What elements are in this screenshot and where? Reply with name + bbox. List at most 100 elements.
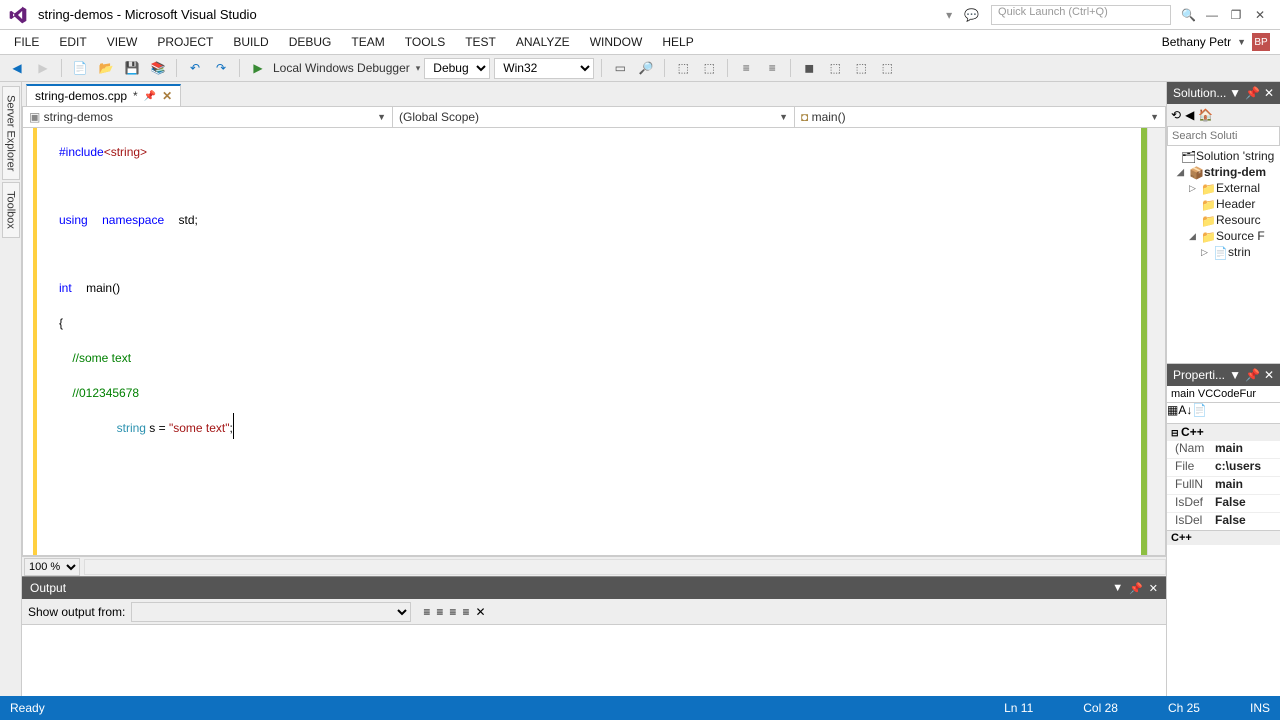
menu-edit[interactable]: EDIT [49,33,96,51]
tb-uncomment-icon[interactable]: ⬚ [850,57,872,79]
close-button[interactable]: ✕ [1248,6,1272,24]
editor-tab[interactable]: string-demos.cpp* 📌 ✕ [26,84,181,106]
tree-project[interactable]: string-dem [1204,165,1266,179]
output-tb-5[interactable]: ✕ [475,605,485,619]
se-close-icon[interactable]: ✕ [1264,86,1274,100]
output-close-icon[interactable]: ✕ [1149,582,1158,595]
tab-close-icon[interactable]: ✕ [162,89,172,103]
feedback-icon[interactable]: 💬 [964,8,979,22]
tab-filename: string-demos.cpp [35,89,127,103]
code-editor[interactable]: #include<string> using namespace std; in… [22,128,1166,556]
prop-page-icon[interactable]: 📄 [1192,403,1207,417]
editor-text-area[interactable]: #include<string> using namespace std; in… [51,128,1141,555]
prop-dropdown-icon[interactable]: ▼ [1229,368,1241,382]
search-icon[interactable]: 🔍 [1181,8,1196,22]
nav-fwd-icon[interactable]: ▶ [32,57,54,79]
user-badge[interactable]: BP [1252,33,1270,51]
output-pin-icon[interactable]: 📌 [1129,582,1143,595]
menu-debug[interactable]: DEBUG [279,33,342,51]
tree-file[interactable]: strin [1228,245,1251,259]
prop-category[interactable]: ⊟ C++ [1167,423,1280,440]
tb-icon-5[interactable]: ⬚ [876,57,898,79]
menu-project[interactable]: PROJECT [147,33,223,51]
zoom-select[interactable]: 100 % [24,558,80,576]
prop-az-icon[interactable]: A↓ [1178,403,1192,417]
editor-bottom-bar: 100 % [22,556,1166,576]
output-source-select[interactable] [131,602,411,622]
undo-icon[interactable]: ↶ [184,57,206,79]
tb-icon-3[interactable]: ⬚ [672,57,694,79]
tb-indent-out-icon[interactable]: ≡ [735,57,757,79]
open-file-icon[interactable]: 📂 [95,57,117,79]
output-tb-2[interactable]: ≡ [436,605,443,619]
tb-comment-icon[interactable]: ⬚ [824,57,846,79]
tb-icon-4[interactable]: ⬚ [698,57,720,79]
nav-function-select[interactable]: ◘ main()▼ [795,107,1165,127]
save-icon[interactable]: 💾 [121,57,143,79]
se-house-icon[interactable]: 🏠 [1198,108,1213,122]
prop-pin-icon[interactable]: 📌 [1245,368,1260,382]
tb-icon-1[interactable]: ▭ [609,57,631,79]
editor-fold-gutter[interactable] [37,128,51,555]
pin-icon[interactable]: 📌 [144,91,156,102]
debugger-target[interactable]: Local Windows Debugger [273,61,410,75]
new-project-icon[interactable]: 📄 [69,57,91,79]
user-name[interactable]: Bethany Petr [1162,35,1231,49]
toolbox-tab[interactable]: Toolbox [2,182,20,238]
prop-close-icon[interactable]: ✕ [1264,368,1274,382]
quick-launch-input[interactable]: Quick Launch (Ctrl+Q) [991,5,1171,25]
se-back-icon[interactable]: ◀ [1185,108,1194,122]
status-line: Ln 11 [1004,701,1033,715]
output-tb-3[interactable]: ≡ [449,605,456,619]
platform-select[interactable]: Win32 [494,58,594,79]
se-pin-icon[interactable]: 📌 [1245,86,1260,100]
redo-icon[interactable]: ↷ [210,57,232,79]
tb-bookmark-icon[interactable]: ◼ [798,57,820,79]
notification-icon[interactable]: ▾ [946,8,952,22]
menu-tools[interactable]: TOOLS [395,33,455,51]
tree-header[interactable]: Header [1216,197,1255,211]
save-all-icon[interactable]: 📚 [147,57,169,79]
tb-indent-in-icon[interactable]: ≡ [761,57,783,79]
prop-object[interactable]: main VCCodeFur [1167,386,1280,403]
menu-view[interactable]: VIEW [97,33,148,51]
menu-team[interactable]: TEAM [341,33,394,51]
tree-external[interactable]: External [1216,181,1260,195]
start-debug-icon[interactable]: ▶ [247,57,269,79]
nav-project-select[interactable]: ▣ string-demos▼ [23,107,393,127]
server-explorer-tab[interactable]: Server Explorer [2,86,20,180]
status-col: Col 28 [1083,701,1118,715]
se-home-icon[interactable]: ⟲ [1171,108,1181,122]
nav-back-icon[interactable]: ◀ [6,57,28,79]
se-search-input[interactable] [1167,126,1280,146]
properties-header[interactable]: Properti... ▼📌✕ [1167,364,1280,386]
menu-file[interactable]: FILE [4,33,49,51]
menu-window[interactable]: WINDOW [580,33,653,51]
debugger-dropdown-icon[interactable]: ▾ [416,63,421,74]
prop-row: FullNmain [1167,476,1280,494]
tree-solution[interactable]: Solution 'string [1196,149,1274,163]
editor-vscrollbar[interactable] [1147,128,1165,555]
se-dropdown-icon[interactable]: ▼ [1229,86,1241,100]
editor-hscrollbar[interactable] [84,559,1166,575]
tb-icon-2[interactable]: 🔎 [635,57,657,79]
minimize-button[interactable]: — [1200,6,1224,24]
prop-cat-icon[interactable]: ▦ [1167,403,1178,417]
solution-explorer-header[interactable]: Solution... ▼📌✕ [1167,82,1280,104]
nav-scope-select[interactable]: (Global Scope)▼ [393,107,795,127]
tree-resource[interactable]: Resourc [1216,213,1261,227]
output-tb-1[interactable]: ≡ [423,605,430,619]
menu-test[interactable]: TEST [455,33,506,51]
config-select[interactable]: Debug [424,58,490,79]
main-toolbar: ◀ ▶ 📄 📂 💾 📚 ↶ ↷ ▶ Local Windows Debugger… [0,54,1280,82]
output-dropdown-icon[interactable]: ▼ [1112,582,1123,595]
menu-help[interactable]: HELP [652,33,703,51]
tree-source[interactable]: Source F [1216,229,1265,243]
user-dropdown-icon[interactable]: ▼ [1237,37,1246,47]
solution-tree[interactable]: 🗂Solution 'string ◢📦string-dem ▷📁Externa… [1167,146,1280,262]
menu-analyze[interactable]: ANALYZE [506,33,580,51]
output-tb-4[interactable]: ≡ [462,605,469,619]
output-text[interactable] [22,625,1166,696]
restore-button[interactable]: ❐ [1224,6,1248,24]
menu-build[interactable]: BUILD [223,33,278,51]
